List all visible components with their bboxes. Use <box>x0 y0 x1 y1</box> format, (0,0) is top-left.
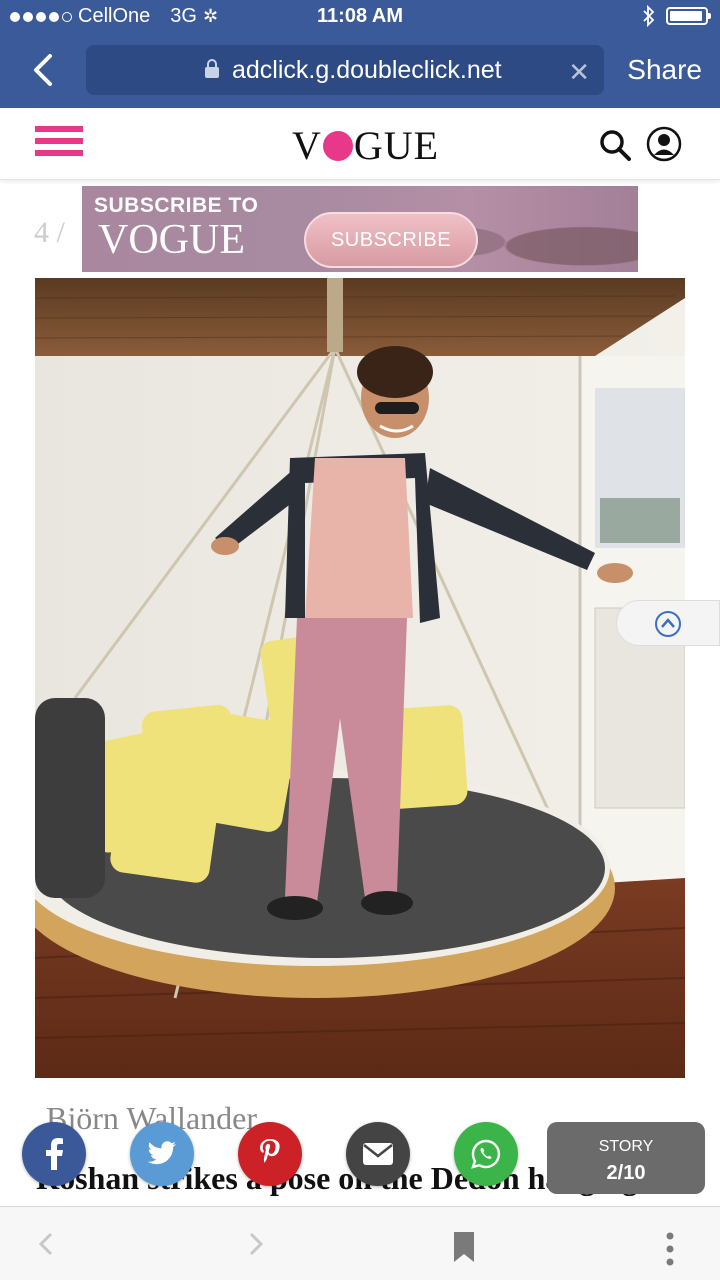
ad-logo: VOGUE <box>98 217 245 263</box>
subscribe-button[interactable]: SUBSCRIBE <box>304 212 478 268</box>
forward-arrow-icon[interactable] <box>246 1231 266 1257</box>
story-counter[interactable]: STORY 2/10 <box>547 1122 705 1194</box>
battery-icon <box>666 7 711 25</box>
status-bar: CellOne 3G ✲ 11:08 AM <box>0 0 720 34</box>
hamburger-menu-icon[interactable] <box>35 126 83 162</box>
back-arrow-icon[interactable] <box>36 1231 56 1257</box>
subscribe-ad-banner[interactable]: SUBSCRIBE TO VOGUE SUBSCRIBE <box>82 186 638 272</box>
lock-icon <box>205 59 219 78</box>
pinterest-share-button[interactable] <box>238 1122 302 1186</box>
story-count: 2/10 <box>606 1162 646 1184</box>
scroll-to-top-button[interactable] <box>616 600 720 646</box>
url-text: adclick.g.doubleclick.net <box>232 56 502 84</box>
ad-headline: SUBSCRIBE TO <box>94 194 259 217</box>
browser-url-bar: adclick.g.doubleclick.net ✕ Share <box>0 34 720 108</box>
browser-toolbar <box>0 1206 720 1280</box>
story-label: STORY <box>598 1138 654 1155</box>
email-share-button[interactable] <box>346 1122 410 1186</box>
whatsapp-share-button[interactable] <box>454 1122 518 1186</box>
logo-india-badge <box>322 131 353 161</box>
back-chevron-icon[interactable] <box>26 52 62 88</box>
facebook-share-button[interactable] <box>22 1122 86 1186</box>
more-dots-icon[interactable] <box>664 1231 676 1267</box>
vogue-logo[interactable]: V GUE <box>292 122 439 169</box>
share-button[interactable]: Share <box>627 54 702 86</box>
url-field[interactable]: adclick.g.doubleclick.net ✕ <box>86 45 604 95</box>
site-header: V GUE <box>0 108 720 180</box>
article-photo <box>35 278 685 1078</box>
facebook-icon <box>46 1138 63 1170</box>
twitter-icon <box>147 1141 176 1165</box>
clear-icon[interactable]: ✕ <box>568 57 590 88</box>
story-number: 4 / <box>34 216 65 249</box>
twitter-share-button[interactable] <box>130 1122 194 1186</box>
clock: 11:08 AM <box>317 5 403 27</box>
search-icon[interactable] <box>598 128 632 162</box>
chevron-up-icon <box>655 611 681 637</box>
user-icon[interactable] <box>646 126 682 162</box>
pinterest-icon <box>260 1139 280 1163</box>
bookmark-icon[interactable] <box>452 1231 476 1263</box>
whatsapp-icon <box>471 1139 501 1169</box>
bluetooth-icon <box>643 5 655 27</box>
email-icon <box>363 1143 393 1165</box>
